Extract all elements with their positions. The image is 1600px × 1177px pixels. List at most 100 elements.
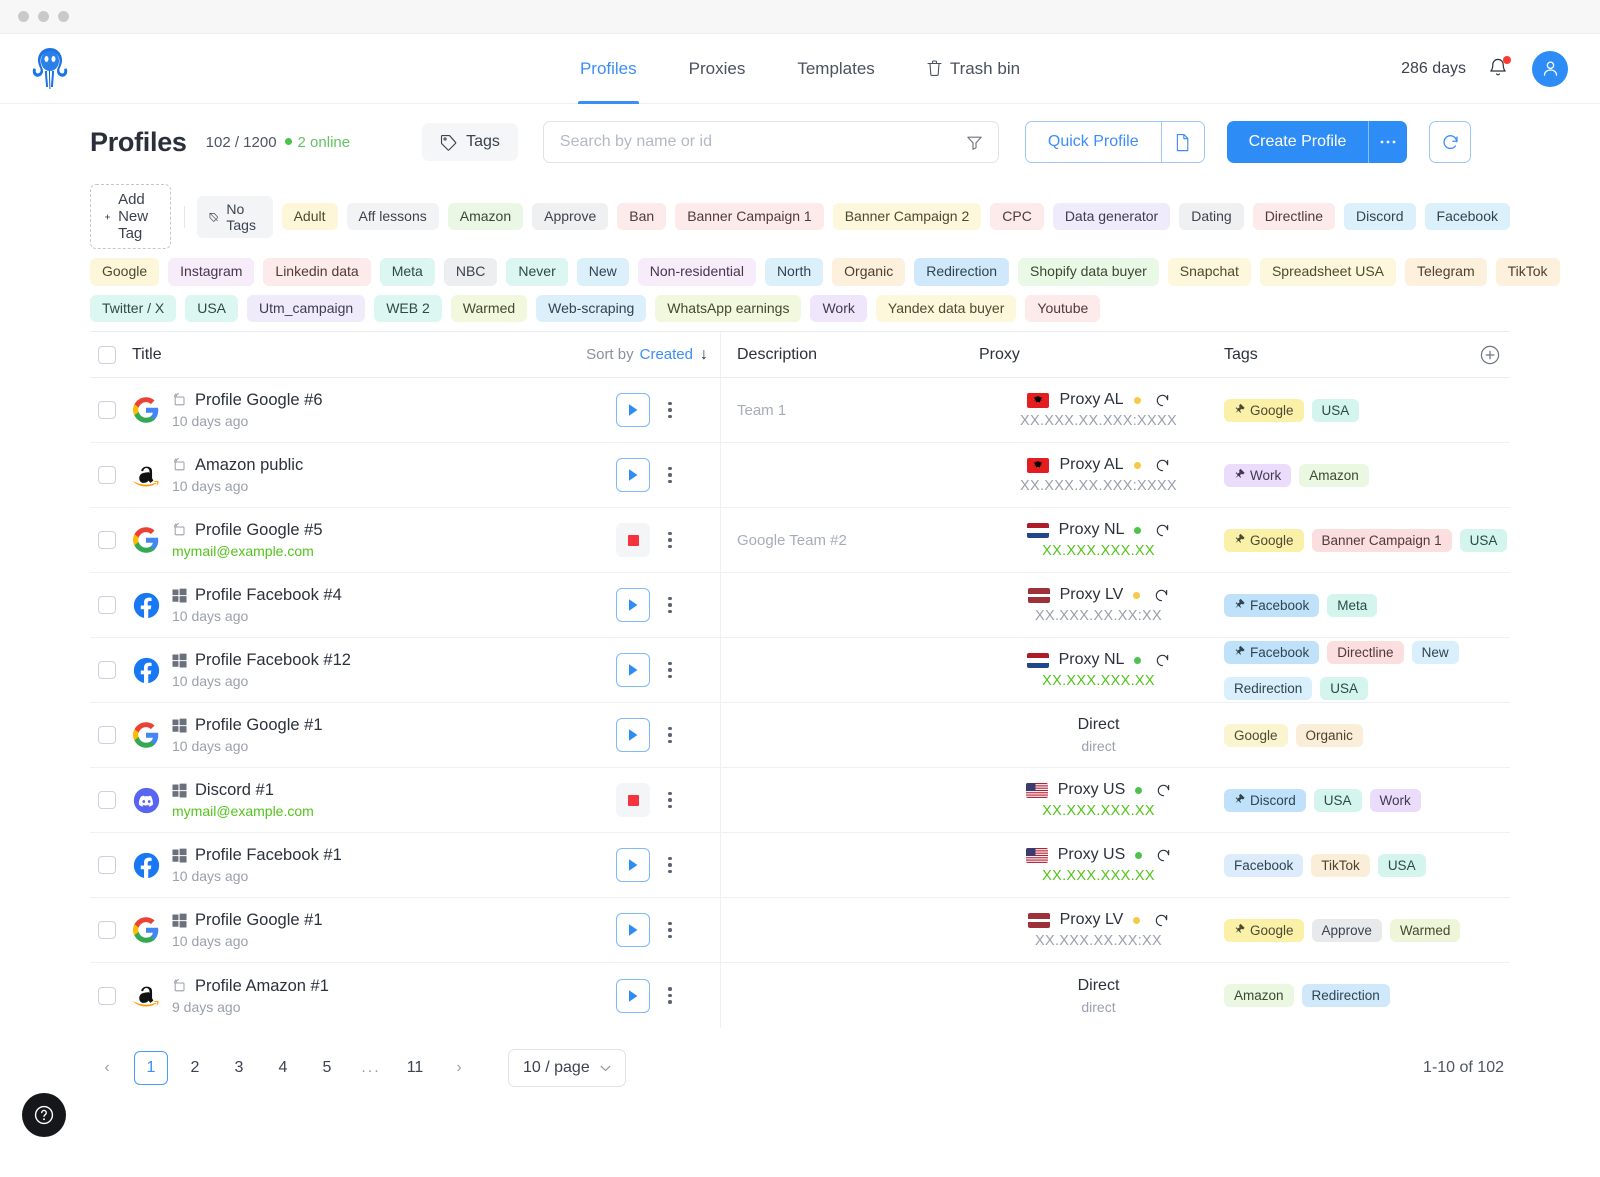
profile-description-cell[interactable] bbox=[720, 898, 975, 962]
row-select-checkbox[interactable] bbox=[98, 856, 116, 874]
profile-tag-chip[interactable]: USA bbox=[1311, 398, 1360, 422]
profile-tag-chip[interactable]: Approve bbox=[1311, 918, 1382, 942]
pagination-page-button[interactable]: 2 bbox=[178, 1051, 212, 1085]
row-more-menu-button[interactable] bbox=[664, 463, 676, 488]
tag-filter-chip[interactable]: Ban bbox=[617, 202, 667, 231]
start-profile-button[interactable] bbox=[616, 718, 651, 752]
refresh-button[interactable] bbox=[1429, 121, 1472, 163]
profile-tag-chip[interactable]: Discord bbox=[1224, 788, 1306, 812]
profile-tag-chip[interactable]: New bbox=[1411, 640, 1459, 664]
help-button[interactable] bbox=[22, 1093, 66, 1137]
profile-tag-chip[interactable]: Google bbox=[1224, 398, 1304, 422]
tag-filter-chip[interactable]: Spreadsheet USA bbox=[1259, 258, 1397, 286]
proxy-cell[interactable]: Proxy LV XX.XXX.XX.XX:XX bbox=[975, 898, 1218, 962]
profile-description-cell[interactable] bbox=[720, 833, 975, 897]
profile-title-cell[interactable]: Profile Amazon #1 9 days ago bbox=[132, 963, 572, 1028]
profile-tag-chip[interactable]: USA bbox=[1313, 788, 1362, 812]
quick-profile-button[interactable]: Quick Profile bbox=[1024, 121, 1205, 163]
table-row[interactable]: Discord #1 mymail@example.com Proxy US XX.X… bbox=[90, 768, 1510, 833]
nav-tab-trash-bin[interactable]: Trash bin bbox=[901, 34, 1046, 104]
pagination-prev-button[interactable]: ‹ bbox=[90, 1051, 124, 1085]
add-column-button[interactable] bbox=[1470, 345, 1510, 365]
pagination-page-button[interactable]: 11 bbox=[398, 1051, 432, 1085]
column-header-proxy[interactable]: Proxy bbox=[975, 332, 1218, 377]
tag-filter-chip[interactable]: Youtube bbox=[1025, 294, 1101, 322]
tag-filter-chip[interactable]: Facebook bbox=[1424, 202, 1510, 231]
column-header-description[interactable]: Description bbox=[720, 332, 975, 377]
row-select-checkbox[interactable] bbox=[98, 466, 116, 484]
tag-filter-chip[interactable]: Discord bbox=[1344, 202, 1416, 231]
user-avatar-button[interactable] bbox=[1532, 50, 1568, 87]
profile-description-cell[interactable]: Google Team #2 bbox=[720, 508, 975, 572]
table-row[interactable]: Profile Google #1 10 days ago Proxy LV XX.X… bbox=[90, 898, 1510, 963]
table-row[interactable]: Profile Facebook #12 10 days ago Proxy NL X… bbox=[90, 638, 1510, 703]
profile-tag-chip[interactable]: Work bbox=[1369, 788, 1421, 812]
table-row[interactable]: Profile Google #5 mymail@example.com Googl… bbox=[90, 508, 1510, 573]
search-input[interactable] bbox=[559, 133, 958, 151]
tag-filter-chip[interactable]: Google bbox=[90, 258, 160, 286]
proxy-cell[interactable]: Proxy NL XX.XXX.XXX.XX bbox=[975, 638, 1218, 702]
nav-tab-profiles[interactable]: Profiles bbox=[554, 34, 663, 104]
profile-tag-chip[interactable]: Amazon bbox=[1224, 984, 1294, 1007]
tag-filter-chip[interactable]: Aff lessons bbox=[346, 202, 439, 231]
row-select-checkbox[interactable] bbox=[98, 791, 116, 809]
create-profile-more-button[interactable] bbox=[1369, 121, 1407, 163]
profile-description-cell[interactable] bbox=[720, 443, 975, 507]
profile-description-cell[interactable] bbox=[720, 573, 975, 637]
row-more-menu-button[interactable] bbox=[664, 593, 676, 618]
tag-filter-chip[interactable]: Warmed bbox=[450, 294, 528, 322]
proxy-cell[interactable]: Proxy NL XX.XXX.XXX.XX bbox=[975, 508, 1218, 572]
profile-tag-chip[interactable]: Organic bbox=[1295, 723, 1363, 747]
tag-filter-chip[interactable]: Linkedin data bbox=[263, 258, 371, 286]
tag-filter-chip[interactable]: Never bbox=[506, 258, 568, 286]
row-more-menu-button[interactable] bbox=[664, 788, 676, 813]
tag-filter-chip[interactable]: Yandex data buyer bbox=[875, 294, 1017, 322]
search-filter-button[interactable] bbox=[958, 134, 992, 151]
tag-filter-chip[interactable]: Twitter / X bbox=[90, 294, 177, 322]
select-all-checkbox[interactable] bbox=[98, 345, 116, 364]
no-tags-filter-chip[interactable]: No Tags bbox=[197, 195, 273, 238]
create-profile-button[interactable]: Create Profile bbox=[1226, 121, 1408, 163]
profile-description-cell[interactable]: Team 1 bbox=[720, 378, 975, 442]
pagination-page-button[interactable]: 3 bbox=[222, 1051, 256, 1085]
profile-description-cell[interactable] bbox=[720, 638, 975, 702]
row-select-checkbox[interactable] bbox=[98, 726, 116, 744]
nav-tab-templates[interactable]: Templates bbox=[771, 34, 900, 104]
tag-filter-chip[interactable]: Utm_campaign bbox=[247, 294, 366, 322]
sort-direction-icon[interactable]: ↓ bbox=[700, 346, 708, 364]
profile-tag-chip[interactable]: Warmed bbox=[1389, 918, 1461, 942]
start-profile-button[interactable] bbox=[616, 913, 651, 947]
proxy-recheck-button[interactable] bbox=[1156, 848, 1171, 863]
tag-filter-chip[interactable]: WhatsApp earnings bbox=[655, 294, 802, 322]
tags-filter-button[interactable]: Tags bbox=[422, 123, 518, 161]
start-profile-button[interactable] bbox=[616, 653, 651, 687]
window-close-dot[interactable] bbox=[18, 11, 29, 22]
row-select-checkbox[interactable] bbox=[98, 401, 116, 419]
tag-filter-chip[interactable]: WEB 2 bbox=[374, 294, 442, 322]
proxy-cell[interactable]: Proxy US XX.XXX.XXX.XX bbox=[975, 833, 1218, 897]
profile-tag-chip[interactable]: Redirection bbox=[1301, 984, 1390, 1007]
proxy-recheck-button[interactable] bbox=[1155, 393, 1170, 408]
profile-tag-chip[interactable]: Meta bbox=[1327, 593, 1378, 617]
profile-tag-chip[interactable]: USA bbox=[1377, 853, 1426, 877]
start-profile-button[interactable] bbox=[616, 588, 651, 622]
stop-profile-button[interactable] bbox=[616, 523, 651, 557]
row-select-checkbox[interactable] bbox=[98, 921, 116, 939]
proxy-cell[interactable]: Proxy AL XX.XXX.XX.XXX:XXXX bbox=[975, 378, 1218, 442]
column-header-title[interactable]: Title bbox=[132, 346, 572, 364]
nav-tab-proxies[interactable]: Proxies bbox=[663, 34, 772, 104]
sort-control[interactable]: Sort by Created ↓ bbox=[572, 346, 720, 364]
tag-filter-chip[interactable]: USA bbox=[185, 294, 239, 322]
proxy-cell[interactable]: Proxy LV XX.XXX.XX.XX:XX bbox=[975, 573, 1218, 637]
proxy-recheck-button[interactable] bbox=[1155, 458, 1170, 473]
proxy-cell[interactable]: Direct direct bbox=[975, 703, 1218, 767]
window-maximize-dot[interactable] bbox=[58, 11, 69, 22]
tag-filter-chip[interactable]: North bbox=[764, 258, 824, 286]
tag-filter-chip[interactable]: Work bbox=[810, 294, 867, 322]
row-more-menu-button[interactable] bbox=[664, 853, 676, 878]
tag-filter-chip[interactable]: Dating bbox=[1179, 202, 1244, 231]
tag-filter-chip[interactable]: Instagram bbox=[168, 258, 255, 286]
proxy-cell[interactable]: Direct direct bbox=[975, 963, 1218, 1028]
profile-title-cell[interactable]: Discord #1 mymail@example.com bbox=[132, 768, 572, 832]
start-profile-button[interactable] bbox=[616, 458, 651, 492]
